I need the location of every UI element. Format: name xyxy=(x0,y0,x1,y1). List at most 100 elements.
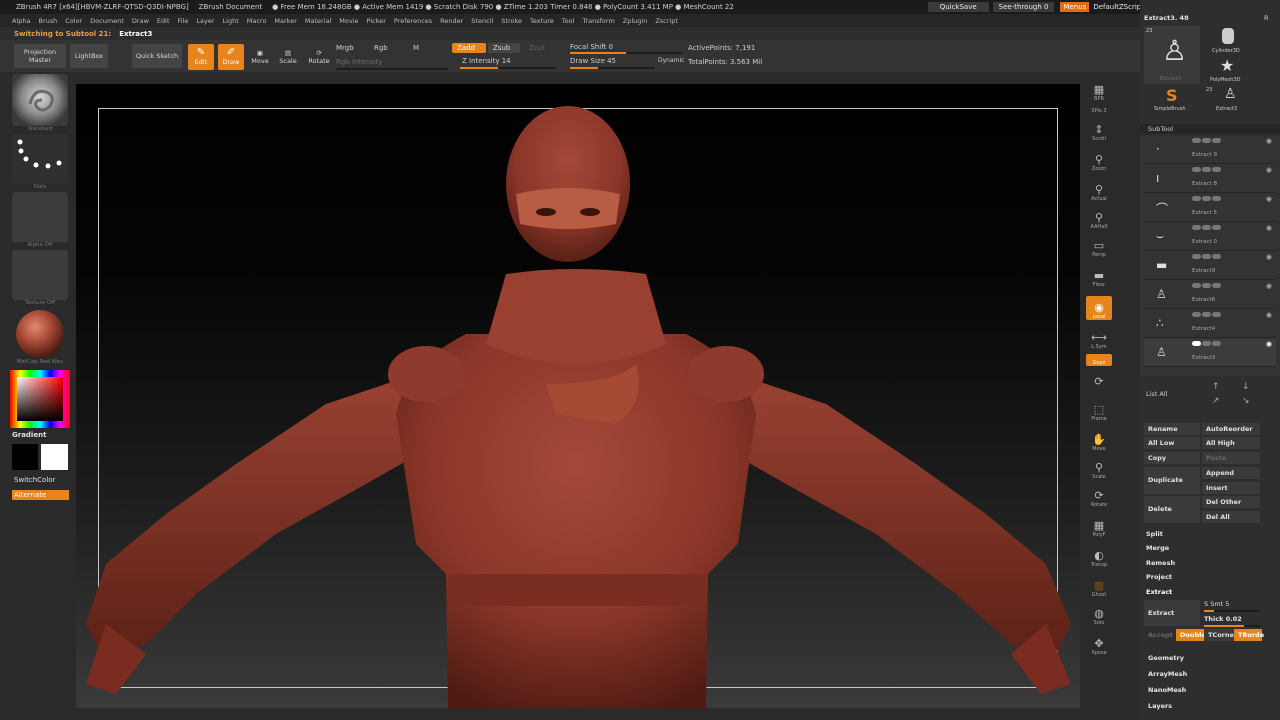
eye-icon[interactable]: ◉ xyxy=(1266,195,1272,203)
thick-slider[interactable]: Thick 0.02 xyxy=(1204,615,1242,623)
arrow-down-icon[interactable]: ↓ xyxy=(1242,382,1250,392)
draw-size-track[interactable] xyxy=(570,67,654,69)
solo-button[interactable]: ◍ Solo xyxy=(1086,602,1112,626)
menu-tool[interactable]: Tool xyxy=(562,17,575,25)
rename-button[interactable]: Rename xyxy=(1144,423,1200,435)
duplicate-button[interactable]: Duplicate xyxy=(1144,467,1200,494)
zsub-button[interactable]: Zsub xyxy=(488,43,520,53)
dynamic-button[interactable]: Dynamic xyxy=(658,57,684,64)
subtool-header[interactable]: SubTool xyxy=(1140,124,1280,134)
eye-icon[interactable]: ◉ xyxy=(1266,224,1272,232)
secondary-color-swatch[interactable] xyxy=(41,444,68,470)
menu-zplugin[interactable]: Zplugin xyxy=(623,17,648,25)
transp-button[interactable]: ◐ Transp xyxy=(1086,544,1112,568)
actual-button[interactable]: ⚲ Actual xyxy=(1086,178,1112,202)
lsym-button[interactable]: ⟷ L.Sym xyxy=(1086,326,1112,350)
menu-marker[interactable]: Marker xyxy=(274,17,296,25)
texture-thumbnail[interactable] xyxy=(12,250,68,300)
menu-zscript[interactable]: Zscript xyxy=(655,17,678,25)
zoom-button[interactable]: ⚲ Zoom xyxy=(1086,148,1112,172)
tool-thumb-extract3-small[interactable]: 23 ♙ Extract3 xyxy=(1204,86,1252,114)
subtool-row-selected[interactable]: ♙ ◉ Extract3 xyxy=(1144,339,1276,367)
autoreorder-button[interactable]: AutoReorder xyxy=(1202,423,1260,435)
ghost-button[interactable]: ▩ Ghost xyxy=(1086,574,1112,598)
double-button[interactable]: Double xyxy=(1176,629,1206,641)
quicksave-button[interactable]: QuickSave xyxy=(927,2,989,12)
persp-button[interactable]: ▭ Persp xyxy=(1086,234,1112,258)
all-low-button[interactable]: All Low xyxy=(1144,437,1200,449)
edit-button[interactable]: ✎ Edit xyxy=(188,44,214,70)
subtool-row[interactable]: · ◉ Extract 9 xyxy=(1144,136,1276,164)
brush-thumbnail[interactable] xyxy=(12,74,68,126)
eye-icon[interactable]: ◉ xyxy=(1266,253,1272,261)
main-color-swatch[interactable] xyxy=(12,444,38,470)
aahalf-button[interactable]: ⚲ AAHalf xyxy=(1086,206,1112,230)
tcorne-button[interactable]: TCorne xyxy=(1204,629,1234,641)
arrow-up-right-icon[interactable]: ↗ xyxy=(1212,396,1220,406)
alpha-thumbnail[interactable] xyxy=(12,192,68,242)
del-other-button[interactable]: Del Other xyxy=(1202,496,1260,508)
z-intensity-slider[interactable]: Z Intensity 14 xyxy=(462,57,511,65)
focal-shift-track[interactable] xyxy=(570,52,682,54)
subtool-row[interactable]: ⌒ ◉ Extract 5 xyxy=(1144,194,1276,222)
menu-alpha[interactable]: Alpha xyxy=(12,17,30,25)
tool-thumb-cylinder3d[interactable]: Cylinder3D xyxy=(1208,26,1248,56)
menu-stroke[interactable]: Stroke xyxy=(501,17,522,25)
material-thumbnail[interactable] xyxy=(12,308,68,360)
paste-button[interactable]: Paste xyxy=(1202,452,1260,464)
floor-button[interactable]: ▬ Floor xyxy=(1086,264,1112,288)
eye-icon[interactable]: ◉ xyxy=(1266,282,1272,290)
scale-view-button[interactable]: ⚲ Scale xyxy=(1086,456,1112,480)
menu-draw[interactable]: Draw xyxy=(132,17,149,25)
frame-button[interactable]: ⬚ Frame xyxy=(1086,398,1112,422)
menu-movie[interactable]: Movie xyxy=(339,17,358,25)
del-all-button[interactable]: Del All xyxy=(1202,511,1260,523)
rgb-intensity-slider[interactable]: Rgb Intensity xyxy=(336,58,382,66)
extract-button[interactable]: Extract xyxy=(1144,600,1200,626)
subtool-row[interactable]: ⌣ ◉ Extract 0 xyxy=(1144,223,1276,251)
switch-color-button[interactable]: SwitchColor xyxy=(12,475,69,485)
zcut-button[interactable]: Zcut xyxy=(524,43,554,53)
scroll-button[interactable]: ⇕ Scroll xyxy=(1086,118,1112,142)
rgb-button[interactable]: Rgb xyxy=(374,44,388,52)
insert-button[interactable]: Insert xyxy=(1202,482,1260,494)
m-button[interactable]: M xyxy=(413,44,419,52)
tool-thumb-polymesh3d[interactable]: ★ PolyMesh3D xyxy=(1208,56,1248,86)
stroke-thumbnail[interactable] xyxy=(12,134,68,184)
project-section[interactable]: Project xyxy=(1146,573,1172,581)
r-button[interactable]: R xyxy=(1264,14,1269,22)
tborde-button[interactable]: TBorde xyxy=(1234,629,1264,641)
menu-preferences[interactable]: Preferences xyxy=(394,17,432,25)
menu-light[interactable]: Light xyxy=(223,17,239,25)
see-through-slider[interactable]: See-through 0 xyxy=(992,2,1055,12)
rgb-intensity-track[interactable] xyxy=(336,68,448,70)
alternate-button[interactable]: Alternate xyxy=(12,490,69,500)
eye-icon[interactable]: ◉ xyxy=(1266,311,1272,319)
arrow-down-right-icon[interactable]: ↘ xyxy=(1242,396,1250,406)
menu-picker[interactable]: Picker xyxy=(367,17,386,25)
focal-shift-slider[interactable]: Focal Shift 0 xyxy=(570,43,613,51)
tool-thumb-extract3[interactable]: 23 ♙ Extract3 xyxy=(1144,26,1200,84)
menu-layer[interactable]: Layer xyxy=(196,17,214,25)
draw-size-slider[interactable]: Draw Size 45 xyxy=(570,57,616,65)
menus-button[interactable]: Menus xyxy=(1060,2,1090,12)
list-all-button[interactable]: List All xyxy=(1146,390,1168,398)
all-high-button[interactable]: All High xyxy=(1202,437,1260,449)
geometry-section[interactable]: Geometry xyxy=(1148,654,1184,662)
menu-brush[interactable]: Brush xyxy=(38,17,57,25)
s-smt-slider[interactable]: S Smt 5 xyxy=(1204,600,1229,608)
gradient-label[interactable]: Gradient xyxy=(12,431,46,439)
sculpted-model[interactable] xyxy=(76,84,1080,708)
menu-file[interactable]: File xyxy=(178,17,189,25)
menu-material[interactable]: Material xyxy=(305,17,331,25)
menu-stencil[interactable]: Stencil xyxy=(471,17,493,25)
append-button[interactable]: Append xyxy=(1202,467,1260,479)
zadd-button[interactable]: Zadd xyxy=(452,43,486,53)
move-button[interactable]: ▣ Move xyxy=(248,44,272,70)
nanomesh-section[interactable]: NanoMesh xyxy=(1148,686,1186,694)
default-zscript-button[interactable]: DefaultZScript xyxy=(1093,3,1144,11)
copy-button[interactable]: Copy xyxy=(1144,452,1200,464)
local-button[interactable]: ◉ Local xyxy=(1086,296,1112,320)
s-smt-track[interactable] xyxy=(1204,610,1260,612)
projection-master-button[interactable]: Projection Master xyxy=(14,44,66,68)
